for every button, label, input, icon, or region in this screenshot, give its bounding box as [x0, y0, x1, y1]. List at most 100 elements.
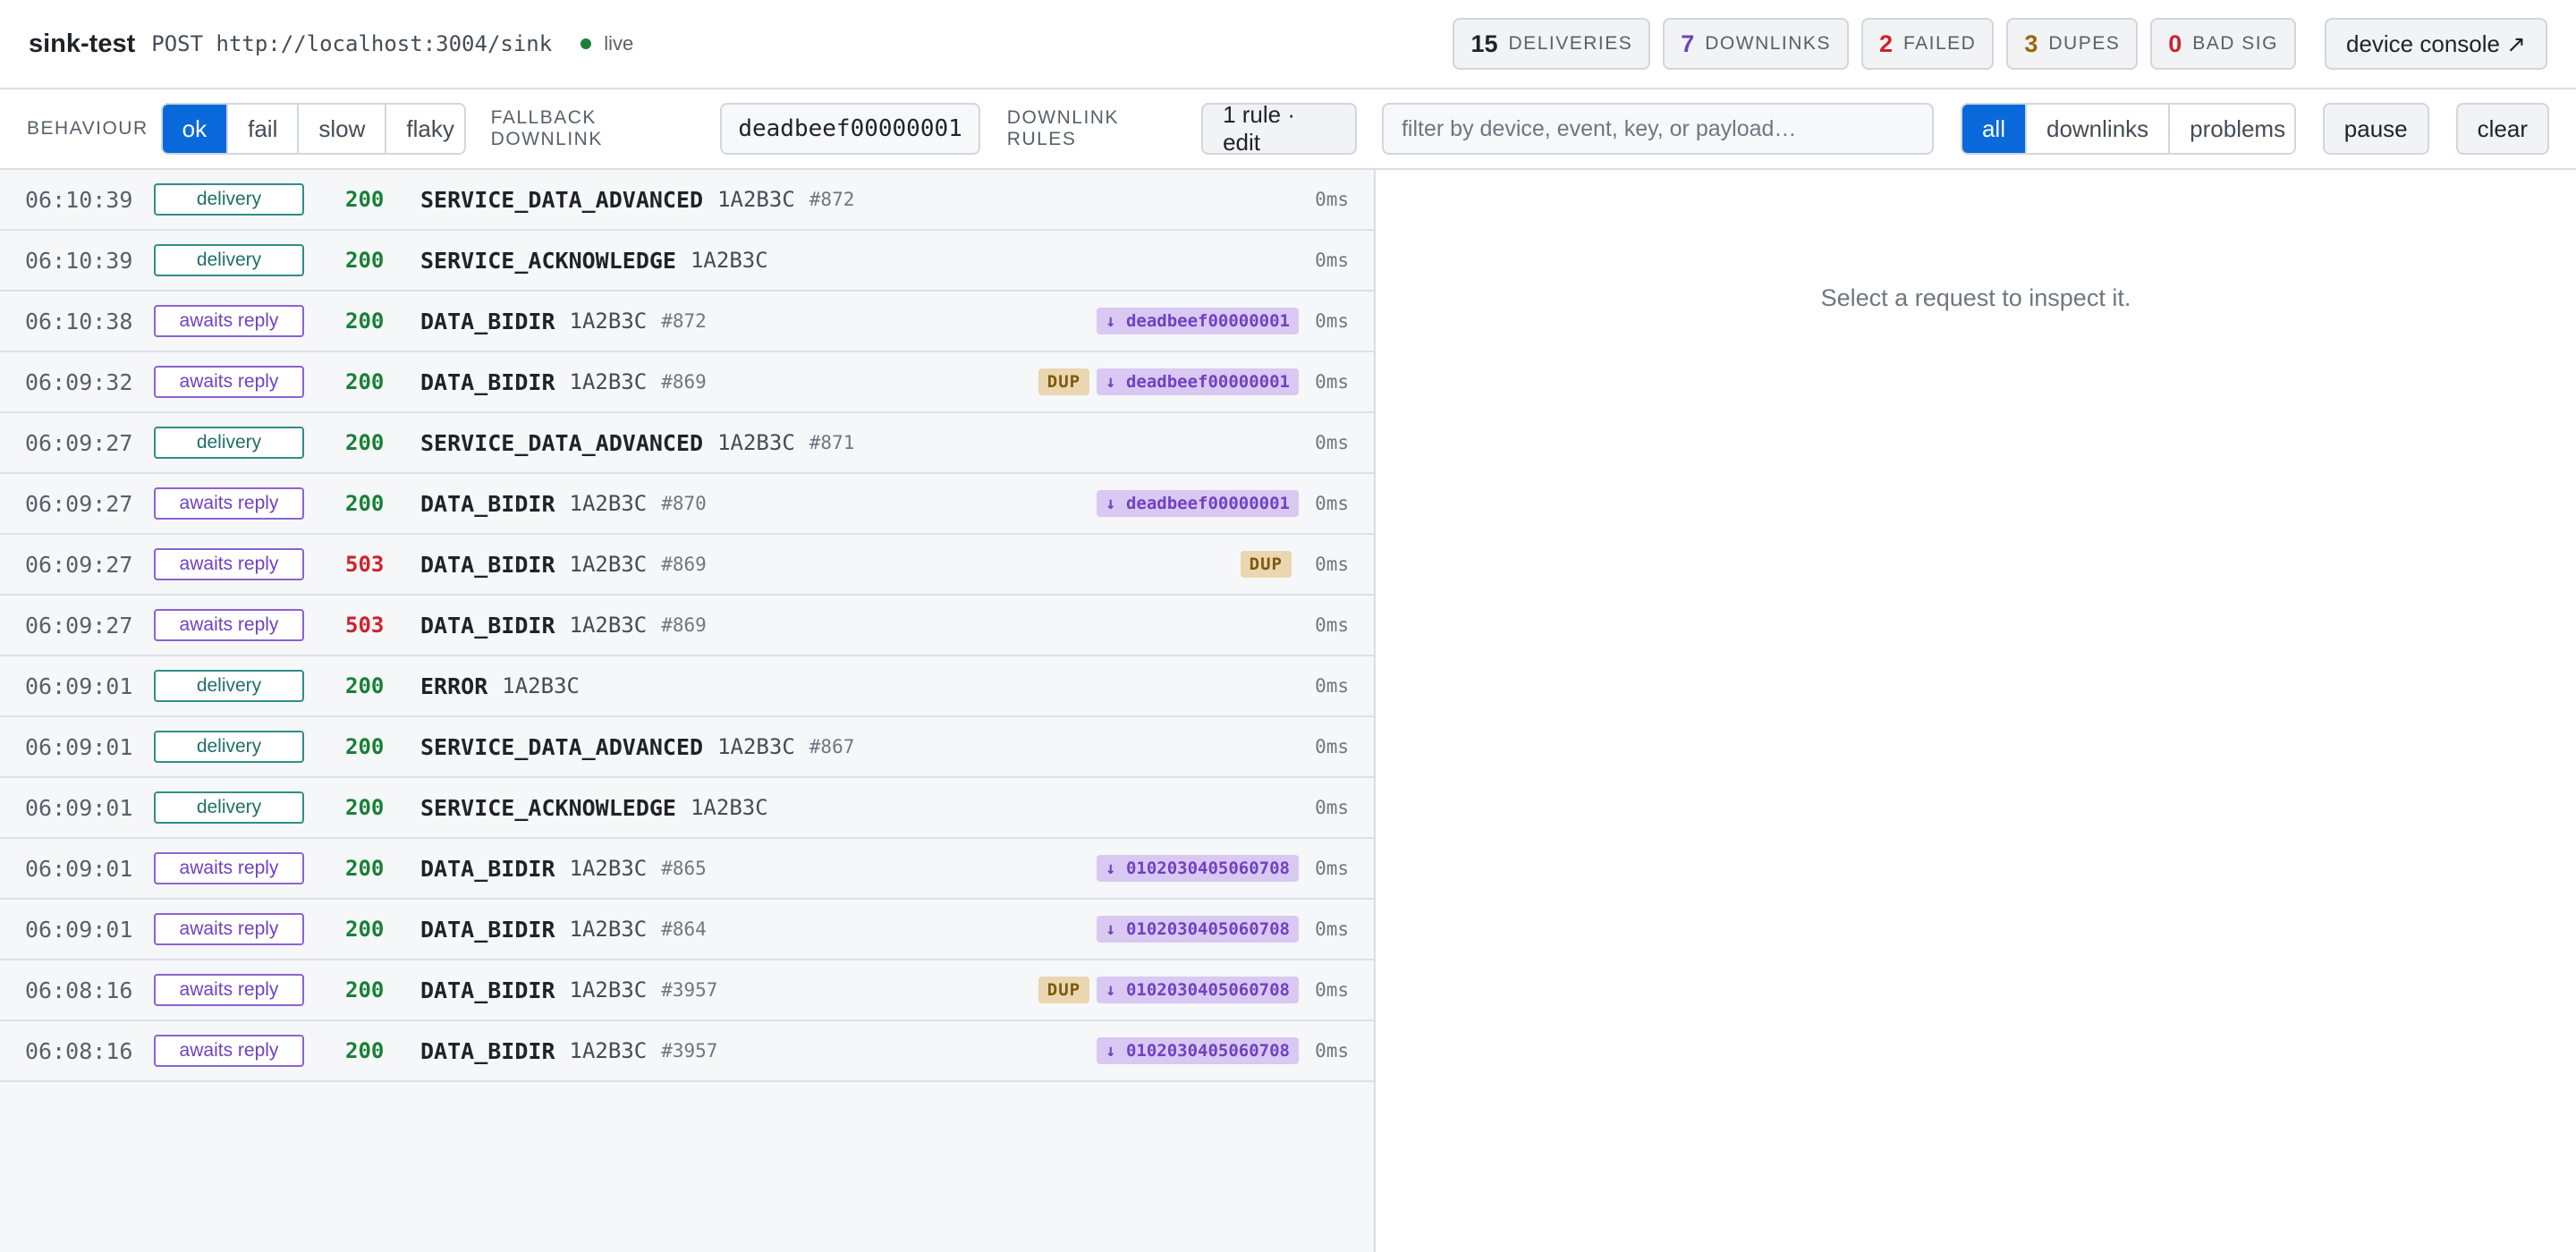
- device-console-button[interactable]: device console ↗: [2324, 18, 2547, 70]
- request-row[interactable]: 06:09:27 awaits reply 503 DATA_BIDIR 1A2B3C #…: [0, 535, 1374, 596]
- request-list: 06:10:39 delivery 200 SERVICE_DATA_ADVANCED…: [0, 170, 1376, 1252]
- behaviour-option-flaky[interactable]: flaky: [386, 105, 464, 153]
- request-row[interactable]: 06:09:32 awaits reply 200 DATA_BIDIR 1A2B3C #…: [0, 352, 1374, 413]
- request-event: DATA_BIDIR: [420, 308, 555, 334]
- request-row[interactable]: 06:09:01 awaits reply 200 DATA_BIDIR 1A2B3C #…: [0, 839, 1374, 900]
- request-time: 06:09:27: [25, 429, 133, 456]
- request-seq: #871: [809, 432, 855, 453]
- downlink-badge: ↓ 0102030405060708: [1097, 977, 1299, 1003]
- view-option-problems[interactable]: problems: [2170, 105, 2294, 153]
- request-status: 200: [345, 430, 385, 455]
- live-dot-icon: [580, 38, 592, 49]
- request-kind-badge: delivery: [154, 427, 304, 459]
- request-status: 200: [345, 977, 385, 1002]
- app-title: sink-test: [29, 29, 136, 58]
- detail-panel: Select a request to inspect it.: [1376, 170, 2576, 1252]
- request-kind-badge: awaits reply: [154, 974, 304, 1006]
- request-kind-badge: delivery: [154, 183, 304, 216]
- downlink-rules-label: DOWNLINK RULES: [1006, 107, 1119, 149]
- fallback-downlink-input[interactable]: deadbeef00000001: [720, 103, 980, 155]
- request-seq: #3957: [661, 1040, 718, 1062]
- request-badges: ↓ 0102030405060708: [707, 916, 1299, 943]
- request-event: DATA_BIDIR: [420, 855, 555, 882]
- request-status: 200: [345, 369, 385, 394]
- request-badges: DUP ↓ deadbeef00000001: [707, 368, 1299, 395]
- request-row[interactable]: 06:10:39 delivery 200 SERVICE_ACKNOWLEDGE 1A…: [0, 231, 1374, 292]
- request-time: 06:09:32: [25, 368, 133, 395]
- request-seq: #869: [661, 371, 707, 393]
- endpoint-url: POST http://localhost:3004/sink: [151, 31, 553, 56]
- request-time: 06:09:01: [25, 794, 133, 821]
- request-row[interactable]: 06:09:27 awaits reply 200 DATA_BIDIR 1A2B3C #…: [0, 474, 1374, 535]
- request-event: ERROR: [420, 673, 488, 699]
- request-device: 1A2B3C: [717, 430, 795, 455]
- downlink-badge: ↓ 0102030405060708: [1097, 855, 1299, 882]
- request-row[interactable]: 06:09:01 delivery 200 SERVICE_DATA_ADVANCED…: [0, 717, 1374, 778]
- request-row[interactable]: 06:10:39 delivery 200 SERVICE_DATA_ADVANCED…: [0, 170, 1374, 231]
- request-duration: 0ms: [1315, 250, 1349, 271]
- request-event: DATA_BIDIR: [420, 612, 555, 639]
- request-event: DATA_BIDIR: [420, 551, 555, 578]
- request-row[interactable]: 06:10:38 awaits reply 200 DATA_BIDIR 1A2B3C #…: [0, 292, 1374, 352]
- request-duration: 0ms: [1315, 797, 1349, 818]
- stat-deliveries[interactable]: 15 DELIVERIES: [1453, 18, 1651, 70]
- request-status: 200: [345, 491, 385, 516]
- stat-label: DUPES: [2048, 33, 2121, 54]
- stat-count: 2: [1878, 30, 1893, 57]
- request-seq: #3957: [661, 979, 718, 1001]
- detail-placeholder: Select a request to inspect it.: [1820, 284, 2131, 311]
- request-badges: ↓ deadbeef00000001: [707, 308, 1299, 334]
- clear-button[interactable]: clear: [2455, 103, 2549, 155]
- live-indicator: live: [580, 32, 633, 55]
- view-option-downlinks[interactable]: downlinks: [2026, 105, 2171, 153]
- stat-label: BAD SIG: [2192, 33, 2278, 54]
- request-row[interactable]: 06:08:16 awaits reply 200 DATA_BIDIR 1A2B3C #…: [0, 960, 1374, 1021]
- main-area: 06:10:39 delivery 200 SERVICE_DATA_ADVANCED…: [0, 170, 2576, 1252]
- request-device: 1A2B3C: [569, 309, 648, 334]
- request-time: 06:09:01: [25, 673, 133, 699]
- behaviour-option-fail[interactable]: fail: [228, 105, 300, 153]
- request-status: 200: [345, 309, 385, 334]
- stat-dupes[interactable]: 3 DUPES: [2006, 18, 2139, 70]
- request-duration: 0ms: [1315, 554, 1349, 575]
- request-seq: #869: [661, 614, 707, 636]
- request-kind-badge: delivery: [154, 731, 304, 763]
- request-device: 1A2B3C: [502, 673, 580, 698]
- request-duration: 0ms: [1315, 1040, 1349, 1062]
- downlink-badge: ↓ deadbeef00000001: [1097, 490, 1299, 517]
- view-option-all[interactable]: all: [1962, 105, 2027, 153]
- request-row[interactable]: 06:09:27 awaits reply 503 DATA_BIDIR 1A2B3C #…: [0, 596, 1374, 656]
- request-row[interactable]: 06:09:01 delivery 200 ERROR 1A2B3C 0ms: [0, 656, 1374, 717]
- request-row[interactable]: 06:09:27 delivery 200 SERVICE_DATA_ADVANCED…: [0, 413, 1374, 474]
- request-seq: #869: [661, 554, 707, 575]
- request-badges: ↓ 0102030405060708: [707, 855, 1299, 882]
- request-duration: 0ms: [1315, 736, 1349, 757]
- request-seq: #872: [661, 310, 707, 332]
- request-kind-badge: awaits reply: [154, 305, 304, 337]
- request-device: 1A2B3C: [569, 552, 648, 577]
- request-row[interactable]: 06:08:16 awaits reply 200 DATA_BIDIR 1A2B3C #…: [0, 1021, 1374, 1082]
- request-time: 06:08:16: [25, 1037, 133, 1064]
- request-duration: 0ms: [1315, 918, 1349, 940]
- request-row[interactable]: 06:09:01 delivery 200 SERVICE_ACKNOWLEDGE 1A…: [0, 778, 1374, 839]
- pause-button[interactable]: pause: [2322, 103, 2429, 155]
- stat-failed[interactable]: 2 FAILED: [1860, 18, 1995, 70]
- request-device: 1A2B3C: [690, 795, 768, 820]
- request-seq: #867: [809, 736, 855, 757]
- request-duration: 0ms: [1315, 432, 1349, 453]
- request-device: 1A2B3C: [569, 1038, 648, 1063]
- downlink-rules-edit-button[interactable]: 1 rule · edit: [1201, 101, 1357, 156]
- request-kind-badge: awaits reply: [154, 487, 304, 520]
- request-row[interactable]: 06:09:01 awaits reply 200 DATA_BIDIR 1A2B3C #…: [0, 900, 1374, 960]
- stat-downlinks[interactable]: 7 DOWNLINKS: [1663, 18, 1849, 70]
- stats-group: 15 DELIVERIES 7 DOWNLINKS 2 FAILED 3 DUPES 0 BAD …: [1440, 18, 2296, 70]
- behaviour-option-ok[interactable]: ok: [162, 105, 229, 153]
- downlink-badge: ↓ 0102030405060708: [1097, 1037, 1299, 1064]
- request-duration: 0ms: [1315, 675, 1349, 697]
- stat-count: 15: [1470, 30, 1498, 57]
- behaviour-option-slow[interactable]: slow: [299, 105, 387, 153]
- filter-input[interactable]: [1381, 103, 1934, 155]
- request-status: 503: [345, 552, 385, 577]
- request-badges: DUP: [707, 551, 1299, 578]
- stat-bad-sig[interactable]: 0 BAD SIG: [2150, 18, 2296, 70]
